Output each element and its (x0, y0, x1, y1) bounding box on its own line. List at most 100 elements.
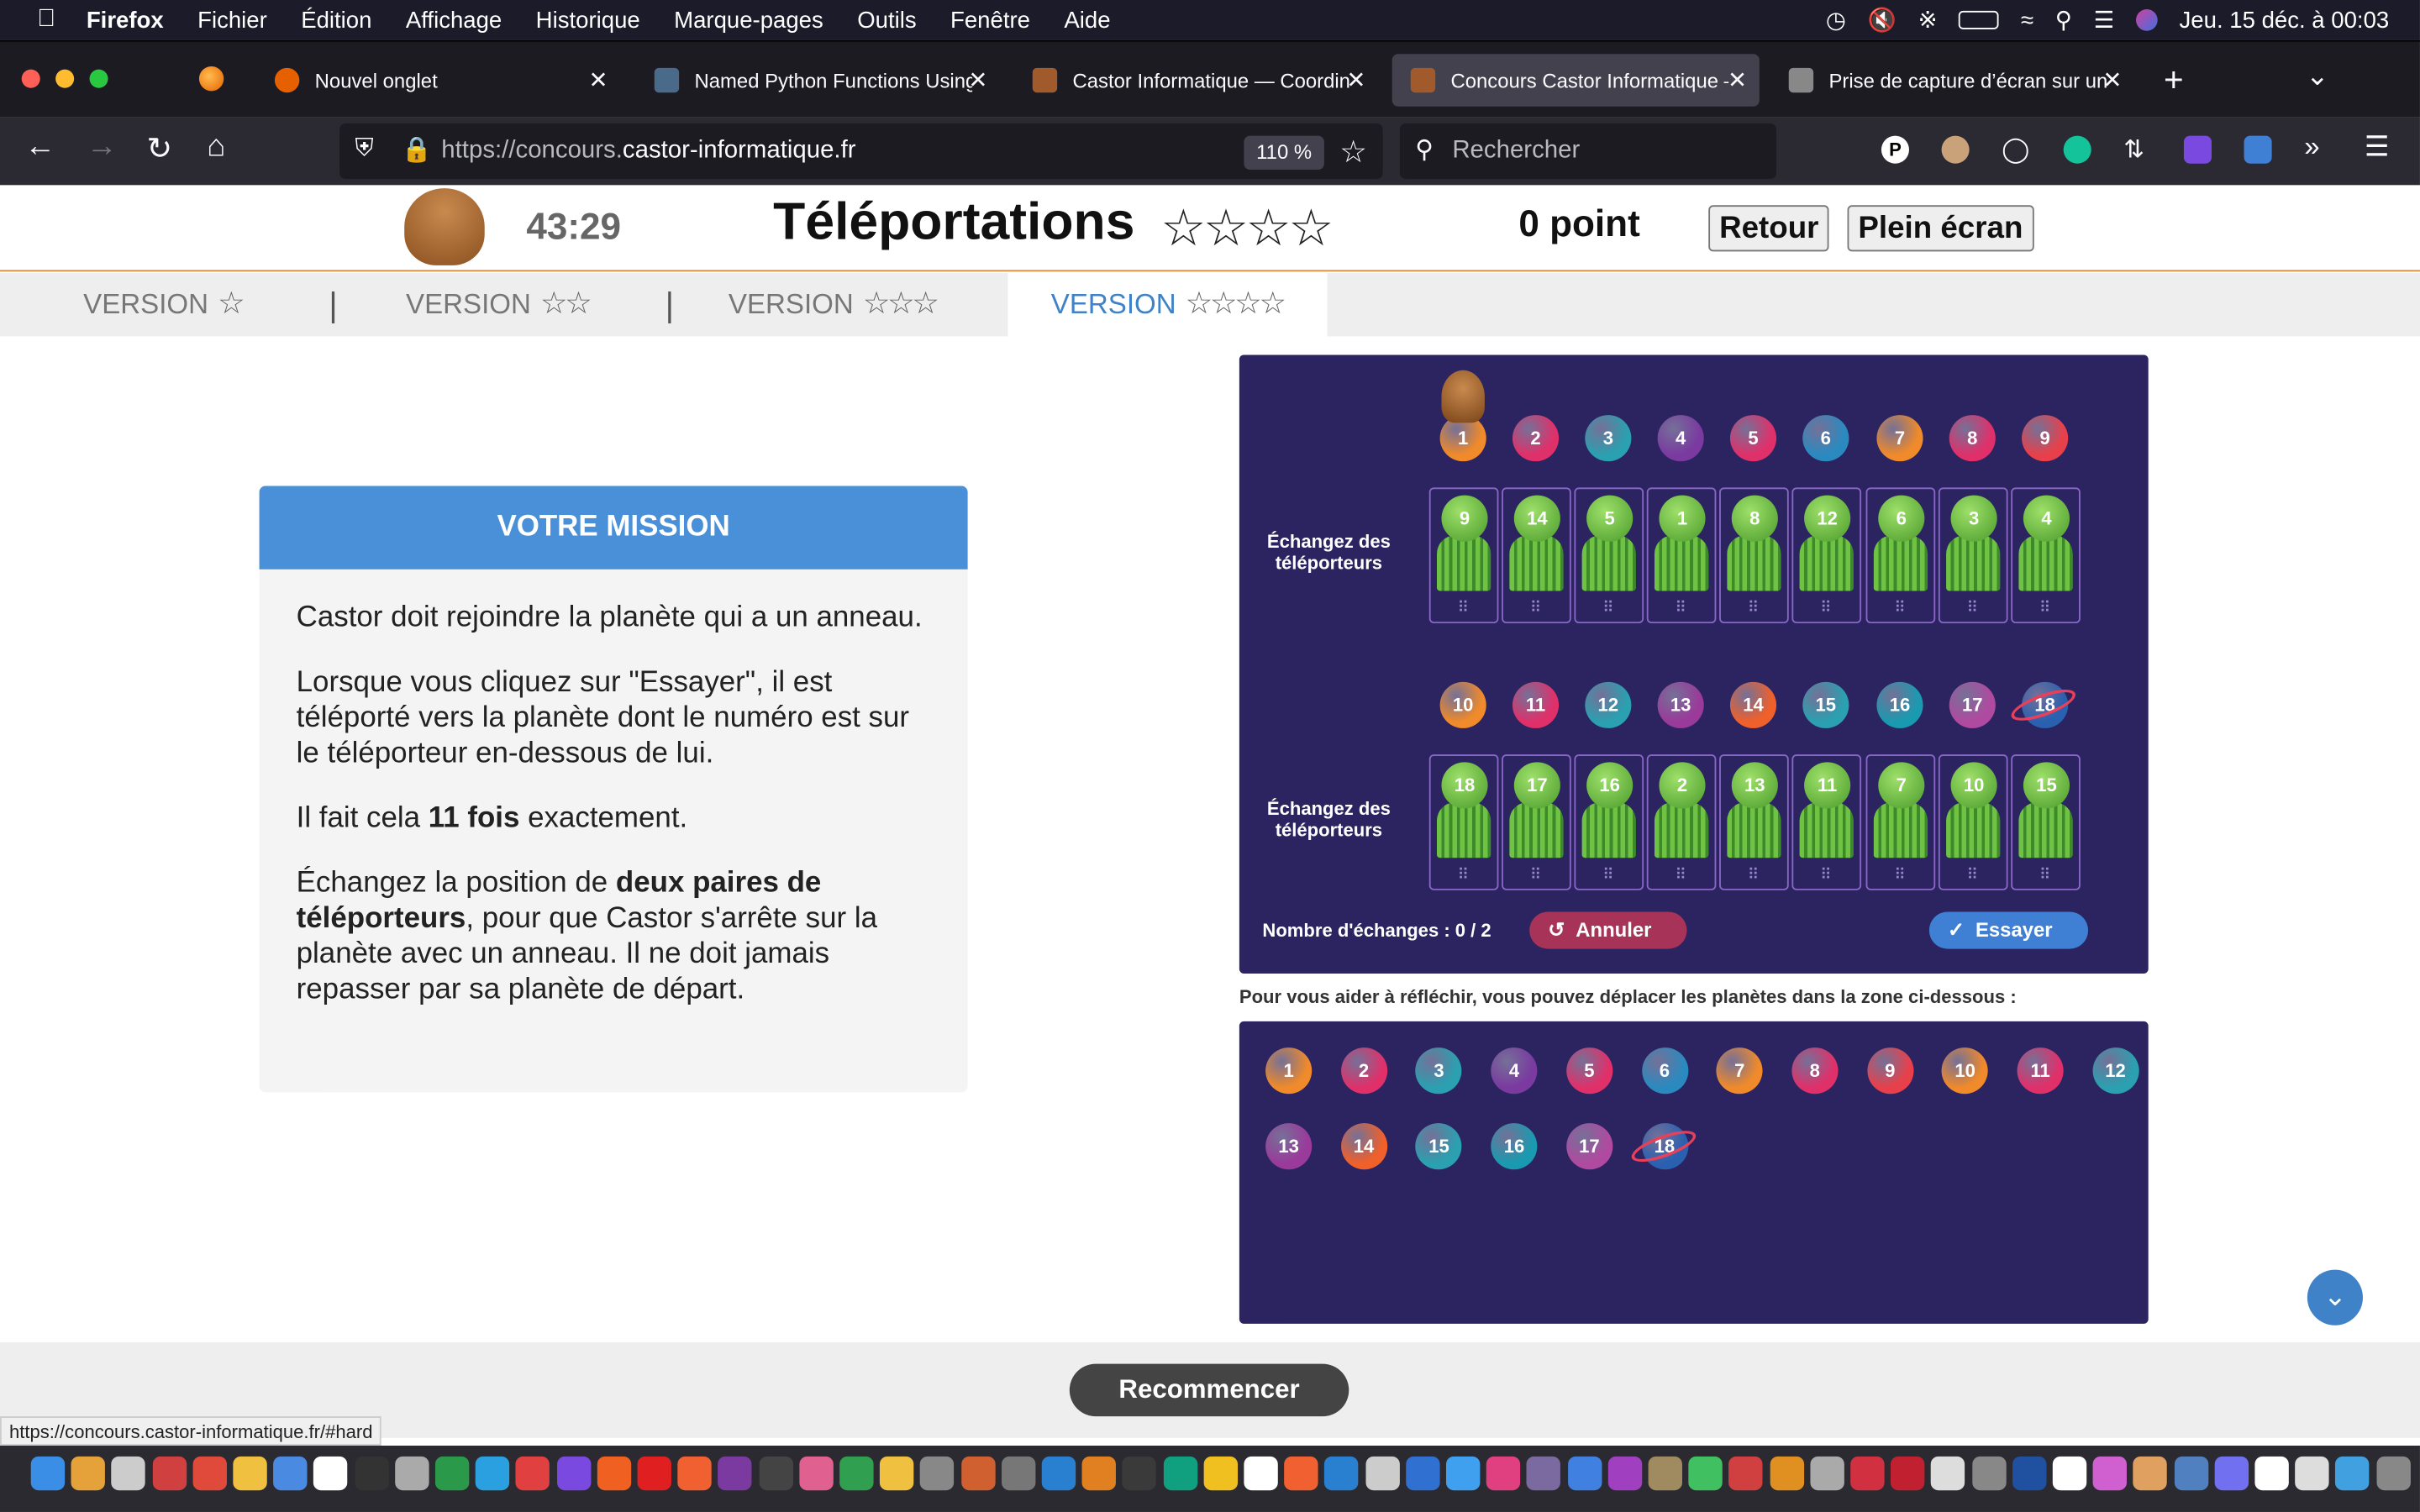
planet-16[interactable]: 16 (1876, 681, 1923, 728)
menu-aide[interactable]: Aide (1064, 7, 1110, 33)
dock-app-icon[interactable] (1850, 1456, 1885, 1491)
menu-edition[interactable]: Édition (301, 7, 371, 33)
planet-6[interactable]: 6 (1802, 415, 1849, 462)
planet-15[interactable]: 15 (1802, 681, 1849, 728)
drag-handle-icon[interactable]: ⠿ (2012, 600, 2079, 617)
dock-app-icon[interactable] (1728, 1456, 1764, 1491)
planet-3[interactable]: 3 (1585, 415, 1632, 462)
drag-handle-icon[interactable]: ⠿ (1649, 600, 1715, 617)
menu-fenetre[interactable]: Fenêtre (950, 7, 1030, 33)
pocket-p-extension-icon[interactable]: P (1881, 135, 1909, 164)
planet-10[interactable]: 10 (1439, 681, 1486, 728)
dock-app-icon[interactable] (920, 1456, 955, 1491)
planet-9[interactable]: 9 (1866, 1047, 1913, 1095)
mute-icon[interactable]: 🔇 (1868, 6, 1897, 34)
dock-app-icon[interactable] (2052, 1456, 2087, 1491)
teleporter-10[interactable]: 10 ⠿ (1938, 754, 2008, 890)
planet-2[interactable]: 2 (1512, 415, 1560, 462)
lock-icon[interactable]: 🔒 (402, 134, 433, 165)
planet-1[interactable]: 1 (1265, 1047, 1313, 1095)
teleporter-12[interactable]: 12 ⠿ (1791, 487, 1862, 624)
annuler-button[interactable]: ↺ Annuler (1529, 911, 1687, 949)
tab-version-1[interactable]: VERSION ☆ (83, 273, 245, 336)
dock-app-icon[interactable] (71, 1456, 106, 1491)
planet-10[interactable]: 10 (1942, 1047, 1989, 1095)
planet-4[interactable]: 4 (1657, 415, 1704, 462)
planet-11[interactable]: 11 (2017, 1047, 2064, 1095)
dock-app-icon[interactable] (2174, 1456, 2208, 1491)
planet-14[interactable]: 14 (1340, 1123, 1387, 1170)
scroll-down-icon[interactable]: ⌄ (2307, 1269, 2363, 1326)
translate-icon[interactable]: ⇅ (2123, 134, 2144, 165)
teleporter-11[interactable]: 11 ⠿ (1791, 754, 1862, 890)
dock-app-icon[interactable] (2375, 1456, 2411, 1491)
planet-2[interactable]: 2 (1340, 1047, 1387, 1095)
planet-7[interactable]: 7 (1876, 415, 1923, 462)
drag-handle-icon[interactable]: ⠿ (1649, 867, 1715, 884)
dock-app-icon[interactable] (1324, 1456, 1360, 1491)
drag-handle-icon[interactable]: ⠿ (1576, 600, 1642, 617)
dock-app-icon[interactable] (2295, 1456, 2329, 1491)
teleporter-1[interactable]: 1 ⠿ (1646, 487, 1717, 624)
dock-app-icon[interactable] (1648, 1456, 1683, 1491)
forward-arrow-icon[interactable]: → (87, 129, 118, 165)
battery-icon[interactable] (1959, 10, 2000, 29)
dock-app-icon[interactable] (2012, 1456, 2047, 1491)
drag-handle-icon[interactable]: ⠿ (1721, 600, 1787, 617)
teleporter-3[interactable]: 3 ⠿ (1938, 487, 2008, 624)
planet-14[interactable]: 14 (1729, 681, 1777, 728)
menu-affichage[interactable]: Affichage (406, 7, 502, 33)
dock-app-icon[interactable] (839, 1456, 874, 1491)
wifi-icon[interactable]: ≈ (2021, 7, 2033, 33)
planet-8[interactable]: 8 (1949, 415, 1996, 462)
dock-app-icon[interactable] (880, 1456, 914, 1491)
drag-handle-icon[interactable]: ⠿ (1431, 600, 1497, 617)
bluetooth-icon[interactable]: ※ (1918, 6, 1938, 34)
dock-app-icon[interactable] (1527, 1456, 1561, 1491)
drag-handle-icon[interactable]: ⠿ (1431, 867, 1497, 884)
drag-handle-icon[interactable]: ⠿ (1867, 867, 1933, 884)
tab-version-3[interactable]: VERSION ☆☆☆ (729, 273, 939, 336)
dock-app-icon[interactable] (1688, 1456, 1723, 1491)
retour-button[interactable]: Retour (1708, 205, 1830, 252)
dock-app-icon[interactable] (354, 1456, 389, 1491)
dock-app-icon[interactable] (556, 1456, 591, 1491)
teleporter-14[interactable]: 14 ⠿ (1502, 487, 1571, 624)
extension-purple-icon[interactable] (2183, 135, 2212, 164)
planet-12[interactable]: 12 (1585, 681, 1632, 728)
pocket-icon[interactable]: ◯ (2002, 134, 2029, 165)
drag-handle-icon[interactable]: ⠿ (1576, 867, 1642, 884)
teleporter-5[interactable]: 5 ⠿ (1574, 487, 1644, 624)
dock-app-icon[interactable] (1891, 1456, 1925, 1491)
tab-close-icon[interactable]: ✕ (1346, 66, 1365, 94)
url-text[interactable]: https://concours.castor-informatique.fr (441, 137, 855, 165)
extension-q-icon[interactable] (2244, 135, 2272, 164)
menu-fichier[interactable]: Fichier (197, 7, 267, 33)
new-tab-icon[interactable]: + (2164, 60, 2184, 101)
tab-close-icon[interactable]: ✕ (968, 66, 987, 94)
dock-app-icon[interactable] (2254, 1456, 2289, 1491)
window-zoom-button[interactable] (89, 69, 108, 88)
grammarly-icon[interactable] (2063, 135, 2091, 164)
tab-castor-coordination[interactable]: Castor Informatique — Coordina ✕ (1014, 54, 1378, 106)
teleporter-4[interactable]: 4 ⠿ (2011, 487, 2081, 624)
dock-app-icon[interactable] (1769, 1456, 1804, 1491)
dock-app-icon[interactable] (1122, 1456, 1157, 1491)
planet-18[interactable]: 18 (2007, 681, 2080, 728)
dock-app-icon[interactable] (597, 1456, 631, 1491)
essayer-button[interactable]: ✓ Essayer (1928, 911, 2089, 949)
drag-handle-icon[interactable]: ⠿ (1793, 867, 1860, 884)
teleporter-8[interactable]: 8 ⠿ (1719, 487, 1789, 624)
dock-app-icon[interactable] (1081, 1456, 1117, 1491)
menu-historique[interactable]: Historique (536, 7, 640, 33)
teleporter-18[interactable]: 18 ⠿ (1428, 754, 1499, 890)
planet-18[interactable]: 18 (1627, 1123, 1699, 1170)
avatar-extension-icon[interactable] (1941, 135, 1970, 164)
plein-ecran-button[interactable]: Plein écran (1847, 205, 2034, 252)
tab-version-2[interactable]: VERSION ☆☆ (406, 273, 592, 336)
dock-app-icon[interactable] (960, 1456, 995, 1491)
dock-app-icon[interactable] (1486, 1456, 1521, 1491)
drag-handle-icon[interactable]: ⠿ (1867, 600, 1933, 617)
dock-app-icon[interactable] (2214, 1456, 2249, 1491)
drag-handle-icon[interactable]: ⠿ (1940, 600, 2007, 617)
